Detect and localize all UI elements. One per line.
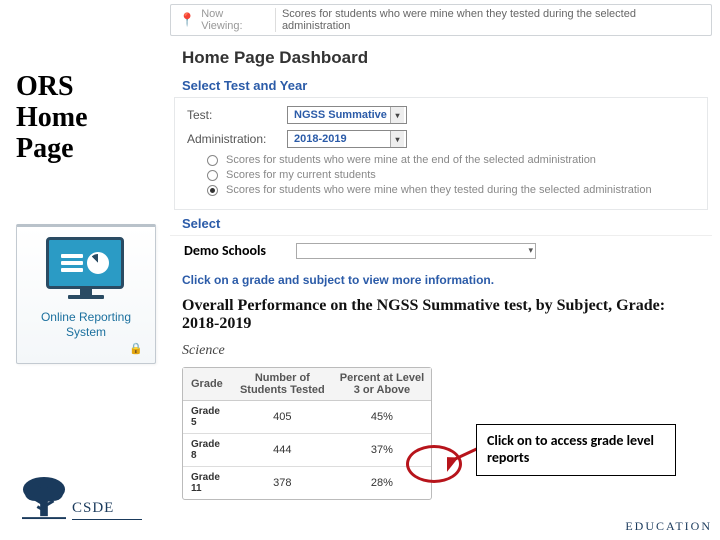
page-title: ORS Home Page bbox=[16, 72, 166, 164]
radio-icon-checked[interactable] bbox=[207, 185, 218, 196]
now-viewing-label: Now Viewing: bbox=[201, 8, 276, 32]
radio-label: Scores for my current students bbox=[226, 169, 376, 181]
col-grade: Grade bbox=[183, 368, 232, 401]
table-row[interactable]: Grade 8 444 37% bbox=[183, 434, 431, 467]
cell-grade: Grade 8 bbox=[183, 434, 232, 467]
left-sidebar: ORS Home Page Online Reporting System 🔒 bbox=[16, 72, 166, 364]
test-select[interactable]: NGSS Summative ▾ bbox=[287, 106, 407, 124]
school-select-row: Demo Schools ▾ bbox=[170, 235, 712, 265]
chevron-down-icon: ▾ bbox=[390, 131, 404, 147]
radio-row-1[interactable]: Scores for students who were mine at the… bbox=[207, 154, 695, 166]
radio-row-2[interactable]: Scores for my current students bbox=[207, 169, 695, 181]
cell-grade: Grade 11 bbox=[183, 467, 232, 500]
demo-schools-label: Demo Schools bbox=[184, 242, 266, 259]
cell-pct: 28% bbox=[333, 467, 431, 500]
ors-reporting-card[interactable]: Online Reporting System 🔒 bbox=[16, 224, 156, 364]
chevron-down-icon: ▾ bbox=[390, 107, 404, 123]
cell-pct: 37% bbox=[333, 434, 431, 467]
radio-label: Scores for students who were mine at the… bbox=[226, 154, 596, 166]
tree-icon bbox=[20, 476, 68, 520]
now-viewing-bar: 📍 Now Viewing: Scores for students who w… bbox=[170, 4, 712, 36]
csde-text: CSDE bbox=[72, 500, 142, 520]
table-header-row: Grade Number of Students Tested Percent … bbox=[183, 368, 431, 401]
radio-icon[interactable] bbox=[207, 170, 218, 181]
pin-icon: 📍 bbox=[179, 12, 195, 28]
overall-performance-title: Overall Performance on the NGSS Summativ… bbox=[170, 293, 712, 335]
test-label: Test: bbox=[187, 108, 277, 122]
cell-num: 444 bbox=[232, 434, 333, 467]
monitor-icon bbox=[46, 237, 126, 297]
dashboard-title: Home Page Dashboard bbox=[170, 42, 712, 72]
footer-education: EDUCATION bbox=[625, 519, 712, 534]
now-viewing-text: Scores for students who were mine when t… bbox=[282, 8, 703, 32]
table-row[interactable]: Grade 5 405 45% bbox=[183, 401, 431, 434]
annotation-callout: Click on to access grade level reports bbox=[476, 424, 676, 476]
performance-table: Grade Number of Students Tested Percent … bbox=[182, 367, 432, 500]
col-pct-l3: Percent at Level 3 or Above bbox=[333, 368, 431, 401]
test-year-panel: Test: NGSS Summative ▾ Administration: 2… bbox=[174, 97, 708, 210]
col-num-tested: Number of Students Tested bbox=[232, 368, 333, 401]
test-select-value: NGSS Summative bbox=[294, 109, 387, 121]
click-hint: Click on a grade and subject to view mor… bbox=[170, 265, 712, 293]
chevron-down-icon: ▾ bbox=[529, 245, 534, 256]
section-test-year: Select Test and Year bbox=[170, 72, 712, 97]
admin-label: Administration: bbox=[187, 132, 277, 146]
admin-select-value: 2018-2019 bbox=[294, 133, 347, 145]
table-row[interactable]: Grade 11 378 28% bbox=[183, 467, 431, 500]
lock-icon: 🔒 bbox=[129, 342, 143, 355]
section-select: Select bbox=[170, 210, 712, 235]
admin-select[interactable]: 2018-2019 ▾ bbox=[287, 130, 407, 148]
csde-logo: CSDE bbox=[20, 476, 142, 520]
radio-row-3[interactable]: Scores for students who were mine when t… bbox=[207, 184, 695, 196]
ors-card-label: Online Reporting System bbox=[23, 307, 149, 342]
radio-label: Scores for students who were mine when t… bbox=[226, 184, 652, 196]
radio-icon[interactable] bbox=[207, 155, 218, 166]
subject-science: Science bbox=[170, 335, 712, 363]
cell-pct: 45% bbox=[333, 401, 431, 434]
cell-grade: Grade 5 bbox=[183, 401, 232, 434]
school-select[interactable]: ▾ bbox=[296, 243, 536, 259]
cell-num: 405 bbox=[232, 401, 333, 434]
cell-num: 378 bbox=[232, 467, 333, 500]
